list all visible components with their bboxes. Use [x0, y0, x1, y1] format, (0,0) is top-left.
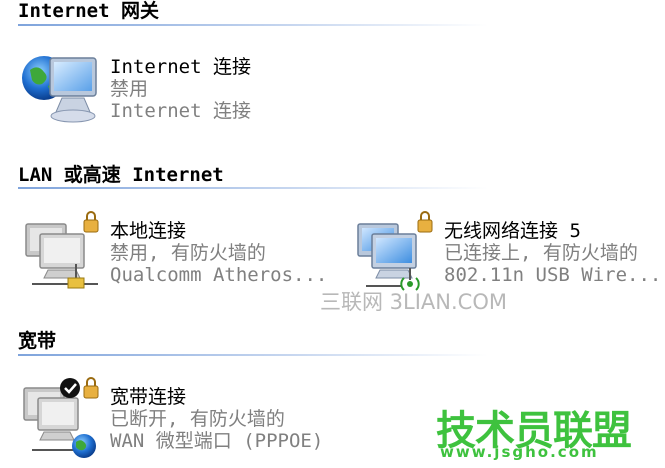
connection-device: 802.11n USB Wire... [444, 264, 662, 286]
connection-device: Internet 连接 [110, 100, 251, 122]
connection-device: WAN 微型端口 (PPPOE) [110, 430, 324, 452]
connection-status: 禁用 [110, 78, 149, 100]
group-header-lan: LAN 或高速 Internet [0, 160, 665, 190]
connection-name: Internet 连接 [110, 56, 251, 78]
group-header-internet-gateway: Internet 网关 [0, 0, 665, 26]
connection-device: Qualcomm Atheros... [110, 264, 328, 286]
wireless-connection-icon [357, 211, 433, 291]
connection-name: 无线网络连接 5 [444, 220, 581, 242]
connection-status: 已连接上, 有防火墙的 [444, 242, 638, 264]
connection-local-area[interactable]: 本地连接 禁用, 有防火墙的 Qualcomm Atheros... [18, 206, 338, 296]
broadband-connection-icon [23, 377, 99, 458]
group-divider [18, 24, 488, 26]
group-title: LAN 或高速 Internet [18, 164, 224, 186]
connection-status: 禁用, 有防火墙的 [110, 242, 266, 264]
watermark-3lian: 三联网 3LIAN.COM [320, 290, 507, 314]
group-title: 宽带 [18, 330, 57, 352]
group-title: Internet 网关 [18, 0, 159, 22]
lan-connection-disabled-icon [25, 211, 99, 289]
connection-wireless-5[interactable]: 无线网络连接 5 已连接上, 有防火墙的 802.11n USB Wire... [352, 206, 664, 296]
connection-name: 本地连接 [110, 220, 187, 242]
internet-connection-icon [22, 56, 97, 123]
connection-status: 已断开, 有防火墙的 [110, 408, 285, 430]
connection-name: 宽带连接 [110, 386, 187, 408]
connection-internet[interactable]: Internet 连接 禁用 Internet 连接 [18, 46, 338, 136]
group-header-broadband: 宽带 [0, 326, 665, 356]
group-divider [18, 187, 488, 189]
group-divider [18, 354, 488, 356]
connection-broadband[interactable]: 宽带连接 已断开, 有防火墙的 WAN 微型端口 (PPPOE) [18, 372, 358, 464]
watermark-jsgho-url: www.jsgho.com [440, 443, 599, 461]
